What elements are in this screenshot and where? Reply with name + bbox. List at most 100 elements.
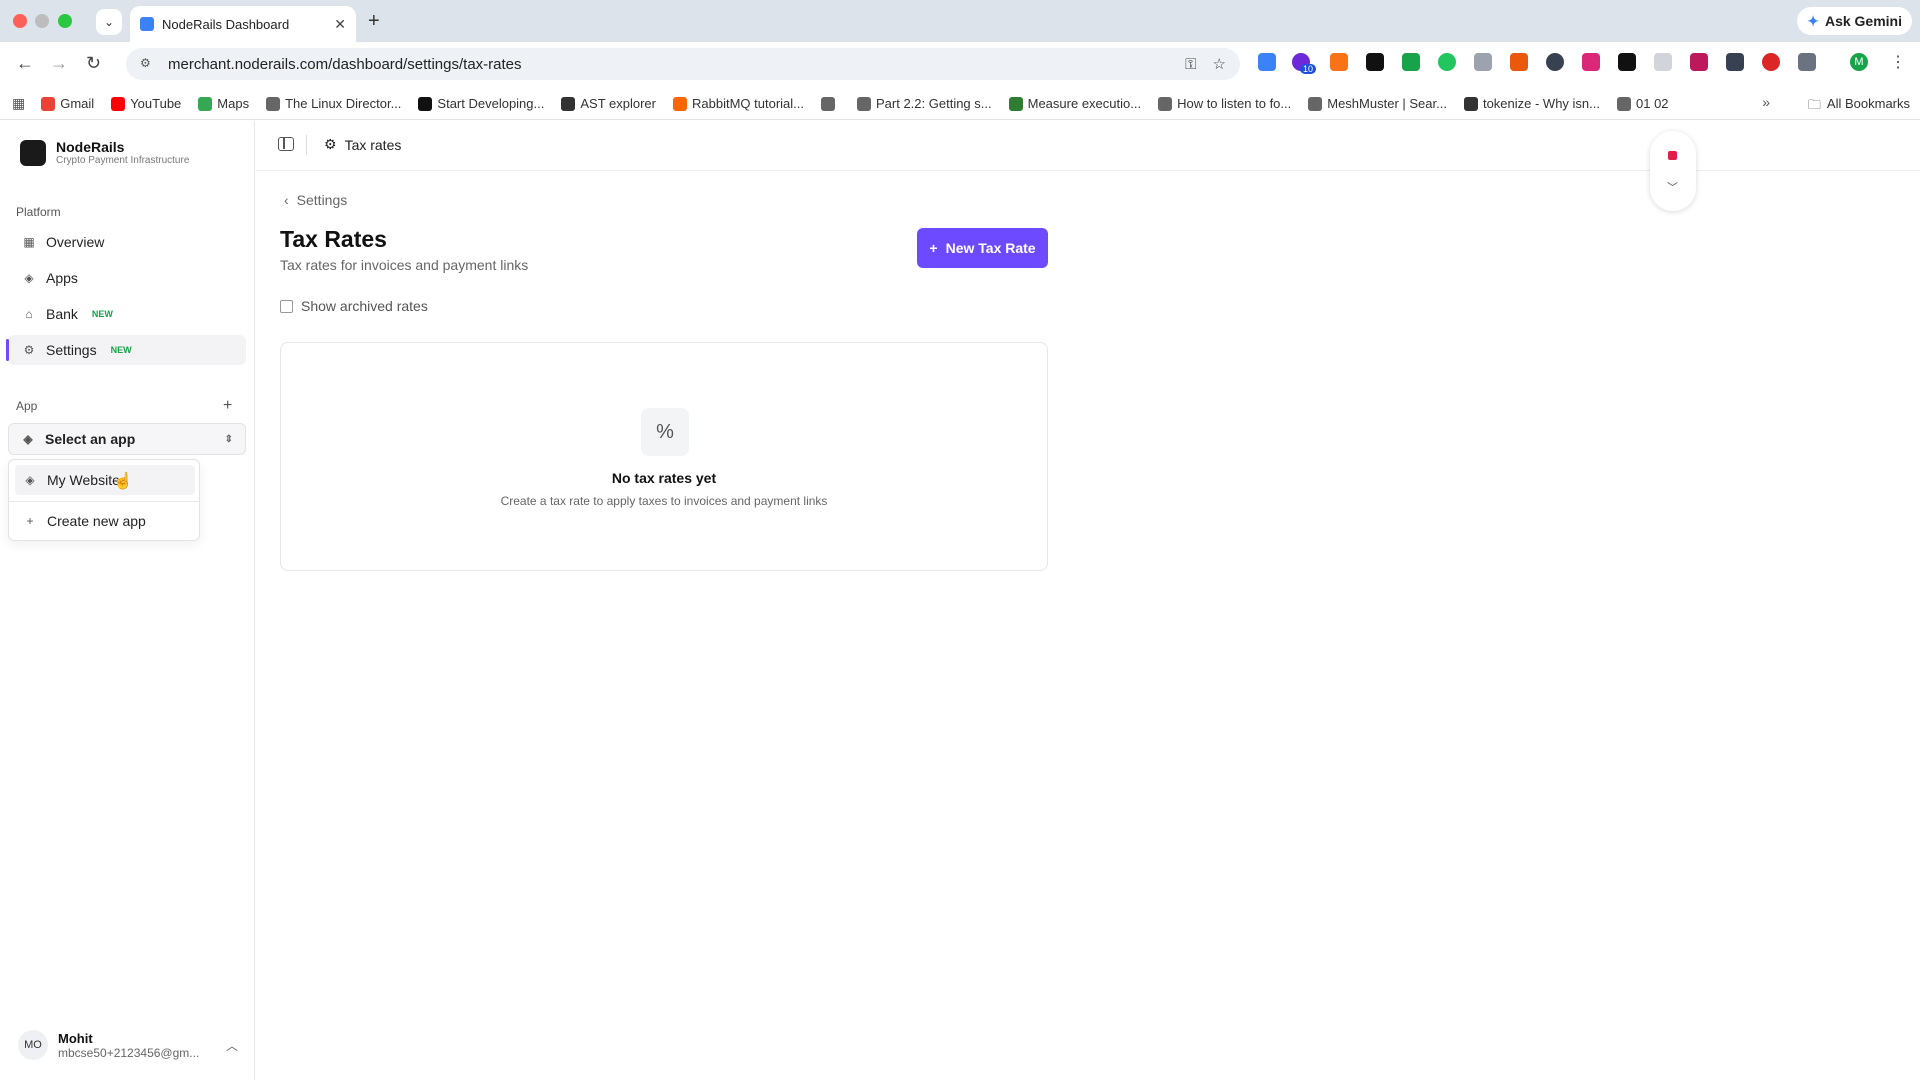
bookmark-item[interactable] xyxy=(821,96,840,111)
close-tab-icon[interactable]: ✕ xyxy=(334,16,346,33)
bank-icon: ⌂ xyxy=(25,307,33,321)
ask-gemini-label: Ask Gemini xyxy=(1824,13,1902,29)
bookmark-item[interactable]: AST explorer xyxy=(561,96,656,111)
sidebar: NodeRails Crypto Payment Infrastructure … xyxy=(0,121,255,1080)
extensions-puzzle-icon[interactable] xyxy=(1798,53,1816,71)
extension-icon[interactable] xyxy=(1690,53,1708,71)
bookmark-item[interactable]: Gmail xyxy=(41,96,94,111)
bookmark-label: Part 2.2: Getting s... xyxy=(876,96,992,111)
browser-tab[interactable]: NodeRails Dashboard ✕ xyxy=(130,6,356,42)
extension-icon[interactable] xyxy=(1726,53,1744,71)
bookmark-item[interactable]: tokenize - Why isn... xyxy=(1463,96,1600,111)
download-icon[interactable] xyxy=(1402,53,1420,71)
back-to-settings-link[interactable]: ‹ Settings xyxy=(284,192,347,208)
bookmark-item[interactable]: Maps xyxy=(198,96,249,111)
close-window-button[interactable] xyxy=(13,14,27,28)
forward-icon[interactable]: → xyxy=(50,53,68,74)
platform-section-label: Platform xyxy=(16,205,61,219)
extension-icon[interactable] xyxy=(1474,53,1492,71)
bookmark-item[interactable]: The Linux Director... xyxy=(266,96,401,111)
show-archived-toggle[interactable]: Show archived rates xyxy=(280,298,428,314)
gear-icon: ⚙ xyxy=(23,343,35,357)
folder-icon: 🗀 xyxy=(1807,97,1821,112)
extension-icon[interactable] xyxy=(1546,53,1564,71)
bookmark-label: Gmail xyxy=(60,96,95,111)
address-bar[interactable]: ⚙ merchant.noderails.com/dashboard/setti… xyxy=(126,48,1240,80)
back-link-label: Settings xyxy=(296,192,348,208)
new-tab-button[interactable]: + xyxy=(368,10,380,33)
show-archived-checkbox[interactable] xyxy=(280,299,293,313)
bookmark-item[interactable]: Part 2.2: Getting s... xyxy=(857,96,992,111)
sidebar-item-apps[interactable]: ◈ Apps xyxy=(8,263,246,293)
app-dropdown-menu: ◈ My Website + Create new app xyxy=(8,459,200,541)
ask-gemini-button[interactable]: ✦ Ask Gemini xyxy=(1797,7,1912,35)
recording-widget[interactable]: ﹀ xyxy=(1650,131,1696,211)
bookmark-item[interactable]: RabbitMQ tutorial... xyxy=(673,96,804,111)
extension-icon[interactable] xyxy=(1618,53,1636,71)
sidebar-item-settings[interactable]: ⚙ Settings NEW xyxy=(6,335,246,365)
all-bookmarks-label: All Bookmarks xyxy=(1826,96,1910,111)
bookmark-item[interactable]: How to listen to fo... xyxy=(1158,96,1291,111)
maximize-window-button[interactable] xyxy=(58,14,72,28)
chevron-up-down-icon: ⇕ xyxy=(224,433,233,445)
menu-divider xyxy=(9,501,199,502)
tab-search-button[interactable]: ⌄ xyxy=(96,9,122,35)
sidebar-item-label: Bank xyxy=(46,306,78,322)
bookmark-favicon-icon xyxy=(1008,96,1023,111)
extension-icon[interactable] xyxy=(1258,53,1276,71)
brand[interactable]: NodeRails Crypto Payment Infrastructure xyxy=(20,139,189,166)
menu-item-create-new-app[interactable]: + Create new app xyxy=(15,506,195,536)
browser-menu-icon[interactable]: ⋮ xyxy=(1890,52,1906,72)
user-name: Mohit xyxy=(58,1030,93,1046)
plus-icon: + xyxy=(26,514,34,528)
empty-state-subtitle: Create a tax rate to apply taxes to invo… xyxy=(500,494,828,508)
extension-icon[interactable] xyxy=(1510,53,1528,71)
brand-subtitle: Crypto Payment Infrastructure xyxy=(56,155,190,166)
menu-item-my-website[interactable]: ◈ My Website xyxy=(15,465,195,495)
bookmark-favicon-icon xyxy=(821,96,835,111)
profile-avatar[interactable]: M xyxy=(1850,53,1868,71)
grid-icon: ▦ xyxy=(23,235,35,249)
brand-name: NodeRails xyxy=(56,139,125,155)
metamask-icon[interactable] xyxy=(1330,53,1348,71)
reload-icon[interactable]: ↻ xyxy=(86,53,101,74)
user-menu[interactable]: MO Mohit mbcse50+2123456@gm... ︿ xyxy=(18,1030,238,1060)
sidebar-item-overview[interactable]: ▦ Overview xyxy=(8,227,246,257)
new-tax-rate-label: New Tax Rate xyxy=(945,240,1036,256)
apps-grid-icon[interactable]: ▦ xyxy=(12,95,25,112)
sidebar-item-bank[interactable]: ⌂ Bank NEW xyxy=(8,299,246,329)
bookmark-favicon-icon xyxy=(418,96,433,111)
bookmark-item[interactable]: 01 02 xyxy=(1617,96,1669,111)
password-key-icon[interactable]: ⚿ xyxy=(1185,56,1196,73)
all-bookmarks-button[interactable]: 🗀 All Bookmarks xyxy=(1808,96,1910,118)
bookmark-item[interactable]: MeshMuster | Sear... xyxy=(1308,96,1447,111)
site-info-icon[interactable]: ⚙ xyxy=(140,56,156,72)
bookmark-item[interactable]: YouTube xyxy=(111,96,181,111)
tab-title: NodeRails Dashboard xyxy=(162,16,290,32)
bookmark-favicon-icon xyxy=(41,96,56,111)
extension-icon[interactable] xyxy=(1762,53,1780,71)
extension-icon[interactable] xyxy=(1582,53,1600,71)
bookmark-star-icon[interactable]: ☆ xyxy=(1213,55,1226,73)
menu-item-label: Create new app xyxy=(47,513,146,529)
minimize-window-button[interactable] xyxy=(35,14,49,28)
add-app-button[interactable]: + xyxy=(223,397,232,415)
toggle-sidebar-icon[interactable] xyxy=(278,137,294,151)
extension-icon[interactable] xyxy=(1438,53,1456,71)
new-tax-rate-button[interactable]: + New Tax Rate xyxy=(917,228,1048,268)
bookmark-item[interactable]: Measure executio... xyxy=(1008,96,1141,111)
stop-recording-icon[interactable] xyxy=(1668,151,1677,160)
browser-tab-bar: ⌄ NodeRails Dashboard ✕ + ✦ Ask Gemini xyxy=(0,0,1920,42)
extension-icon[interactable] xyxy=(1654,53,1672,71)
bookmark-favicon-icon xyxy=(1158,96,1173,111)
chevron-down-icon[interactable]: ﹀ xyxy=(1667,179,1678,195)
more-bookmarks-icon[interactable]: » xyxy=(1762,94,1770,110)
app-select-dropdown[interactable]: ◈ Select an app ⇕ xyxy=(8,423,246,455)
bookmark-item[interactable]: Start Developing... xyxy=(418,96,544,111)
back-icon[interactable]: ← xyxy=(16,53,34,74)
extension-icon[interactable] xyxy=(1366,53,1384,71)
percent-icon: % xyxy=(641,408,689,456)
bookmark-favicon-icon xyxy=(111,96,126,111)
breadcrumb-label: Tax rates xyxy=(344,136,402,153)
noderails-logo-icon xyxy=(20,139,46,166)
